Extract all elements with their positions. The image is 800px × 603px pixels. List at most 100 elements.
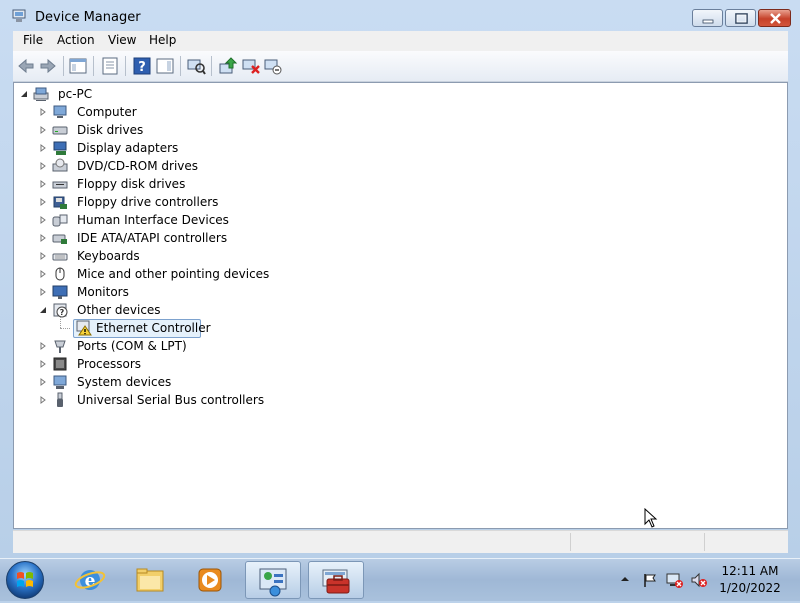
tree-category-label: Other devices [77, 303, 161, 317]
device-manager-window: Device Manager File Action View Help ? p… [0, 0, 800, 558]
toolbox-icon [322, 569, 350, 594]
tree-category-label: DVD/CD-ROM drives [77, 159, 199, 173]
menu-view[interactable]: View [108, 33, 136, 47]
taskbar-internet-explorer[interactable]: e [62, 561, 118, 599]
expand-triangle-icon[interactable] [39, 198, 47, 206]
uninstall-device-icon[interactable] [241, 56, 261, 76]
scan-hardware-changes-icon[interactable] [186, 56, 206, 76]
taskbar-explorer[interactable] [122, 561, 178, 599]
floppy-disk-icon [52, 181, 68, 189]
display-adapter-icon [53, 141, 67, 155]
tree-device-label: Ethernet Controller [96, 321, 211, 335]
ide-controller-icon [52, 234, 67, 244]
port-icon [54, 340, 66, 353]
back-arrow-icon[interactable] [16, 56, 36, 76]
show-hidden-icons-icon[interactable] [620, 574, 630, 584]
unknown-device-icon: ? [53, 303, 68, 318]
clock-date: 1/20/2022 [719, 581, 781, 595]
expand-triangle-icon[interactable] [39, 162, 47, 170]
disable-device-icon[interactable] [263, 56, 283, 76]
toolbar-separator [180, 56, 181, 76]
expand-triangle-icon[interactable] [39, 342, 47, 350]
expand-triangle-icon[interactable] [39, 180, 47, 188]
tree-category-label: Floppy drive controllers [77, 195, 219, 209]
tree-category-label: Computer [77, 105, 137, 119]
action-center-flag-icon[interactable] [642, 572, 658, 588]
status-separator [704, 533, 705, 551]
toolbar-separator [125, 56, 126, 76]
window-title: Device Manager [35, 10, 141, 25]
device-tree: pc-PC Computer Disk drives Display adapter… [13, 82, 788, 529]
taskbar: e 12:11 AM 1/20/2022 [0, 558, 800, 601]
control-panel-icon [259, 568, 287, 597]
expand-triangle-icon[interactable] [39, 270, 47, 278]
expand-triangle-icon[interactable] [39, 216, 47, 224]
taskbar-device-manager[interactable] [308, 561, 364, 599]
expand-triangle-icon[interactable] [39, 360, 47, 368]
tree-category-label: IDE ATA/ATAPI controllers [77, 231, 228, 245]
help-icon[interactable]: ? [132, 56, 152, 76]
properties-icon[interactable] [100, 56, 120, 76]
keyboard-icon [52, 253, 68, 261]
toolbar: ? [13, 51, 788, 82]
maximize-button[interactable] [725, 9, 756, 27]
menu-file[interactable]: File [23, 33, 43, 47]
monitor-icon [52, 285, 68, 299]
expand-triangle-icon[interactable] [39, 126, 47, 134]
network-disconnected-icon[interactable] [666, 571, 684, 589]
windows-logo-icon [17, 572, 33, 587]
minimize-button[interactable] [692, 9, 723, 27]
computer-icon [53, 105, 67, 118]
svg-text:?: ? [138, 60, 146, 75]
close-button[interactable] [758, 9, 791, 27]
clock[interactable]: 12:11 AM 1/20/2022 [718, 563, 782, 597]
status-bar [13, 530, 788, 553]
expand-triangle-icon[interactable] [39, 108, 47, 116]
expand-triangle-icon[interactable] [39, 378, 47, 386]
expand-triangle-icon[interactable] [39, 396, 47, 404]
svg-text:?: ? [60, 308, 65, 317]
collapse-triangle-icon[interactable] [20, 90, 28, 98]
mouse-icon [55, 267, 65, 281]
action-pane-icon[interactable] [155, 56, 175, 76]
tree-category-label: Universal Serial Bus controllers [77, 393, 265, 407]
tree-connector-line [60, 328, 70, 329]
disk-drive-icon [52, 126, 68, 135]
tree-category-label: Floppy disk drives [77, 177, 186, 191]
forward-arrow-icon[interactable] [38, 56, 58, 76]
clock-time: 12:11 AM [721, 564, 779, 578]
system-device-icon [53, 375, 67, 389]
processor-icon [53, 357, 67, 371]
tree-category-label: Human Interface Devices [77, 213, 229, 227]
warning-device-icon [76, 320, 92, 336]
collapse-triangle-icon[interactable] [39, 306, 47, 314]
toolbar-separator [211, 56, 212, 76]
status-separator [570, 533, 571, 551]
media-player-icon [198, 568, 222, 592]
tree-root-label: pc-PC [58, 87, 93, 101]
dvd-drive-icon [52, 158, 68, 172]
taskbar-media-player[interactable] [182, 561, 238, 599]
expand-triangle-icon[interactable] [39, 288, 47, 296]
usb-icon [57, 392, 63, 407]
expand-triangle-icon[interactable] [39, 252, 47, 260]
start-button[interactable] [6, 561, 44, 599]
tree-category-label: Display adapters [77, 141, 179, 155]
internet-explorer-icon: e [74, 570, 106, 591]
menu-action[interactable]: Action [57, 33, 95, 47]
expand-triangle-icon[interactable] [39, 144, 47, 152]
volume-muted-icon[interactable] [690, 572, 708, 588]
toolbar-separator [63, 56, 64, 76]
tree-category-label: Processors [77, 357, 142, 371]
expand-triangle-icon[interactable] [39, 234, 47, 242]
show-hide-console-tree-icon[interactable] [68, 56, 88, 76]
tree-category-label: Monitors [77, 285, 129, 299]
update-driver-icon[interactable] [218, 56, 238, 76]
title-bar[interactable]: Device Manager [0, 0, 800, 31]
device-manager-app-icon [12, 9, 26, 22]
floppy-controller-icon [53, 196, 67, 209]
mouse-cursor-icon [644, 508, 658, 528]
menu-help[interactable]: Help [149, 33, 176, 47]
taskbar-control-panel[interactable] [245, 561, 301, 599]
folder-icon [136, 568, 164, 592]
